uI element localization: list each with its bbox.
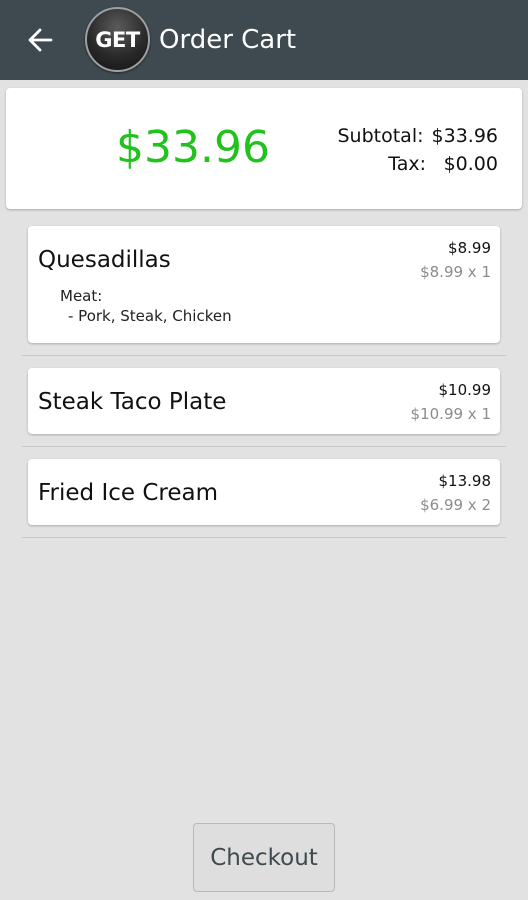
tax-label: Tax: <box>388 153 426 175</box>
arrow-left-icon <box>28 28 53 52</box>
divider <box>22 446 506 447</box>
item-unit-price: $8.99 x 1 <box>420 263 491 281</box>
subtotal-label: Subtotal: <box>337 125 424 147</box>
tax-row: Tax: $0.00 <box>338 150 498 178</box>
item-price: $13.98 <box>438 472 492 490</box>
item-name: Steak Taco Plate <box>38 389 227 415</box>
item-name: Quesadillas <box>38 247 171 273</box>
item-price: $8.99 <box>448 239 491 257</box>
item-modifier-label: Meat: <box>60 287 103 305</box>
back-button[interactable] <box>22 22 58 58</box>
item-unit-price: $10.99 x 1 <box>410 405 491 423</box>
divider <box>22 355 506 356</box>
subtotal-value: $33.96 <box>431 125 498 147</box>
cart-item[interactable]: Fried Ice Cream $13.98 $6.99 x 2 <box>28 459 500 525</box>
logo-text: GET <box>95 27 140 52</box>
totals-breakdown: Subtotal: $33.96 Tax: $0.00 <box>338 122 499 178</box>
cart-item[interactable]: Quesadillas $8.99 $8.99 x 1 Meat: - Pork… <box>28 226 500 343</box>
grand-total: $33.96 <box>116 122 270 173</box>
order-summary-card: $33.96 Subtotal: $33.96 Tax: $0.00 <box>6 88 522 209</box>
cart-item[interactable]: Steak Taco Plate $10.99 $10.99 x 1 <box>28 368 500 434</box>
item-name: Fried Ice Cream <box>38 480 219 506</box>
item-modifier-value: - Pork, Steak, Chicken <box>68 307 232 325</box>
checkout-button[interactable]: Checkout <box>193 823 335 892</box>
subtotal-row: Subtotal: $33.96 <box>338 122 499 150</box>
tax-value: $0.00 <box>443 153 498 175</box>
app-bar: GET Order Cart <box>0 0 528 80</box>
item-unit-price: $6.99 x 2 <box>420 496 491 514</box>
get-logo: GET <box>85 7 150 72</box>
page-title: Order Cart <box>159 25 297 55</box>
item-price: $10.99 <box>438 381 492 399</box>
divider <box>22 537 506 538</box>
